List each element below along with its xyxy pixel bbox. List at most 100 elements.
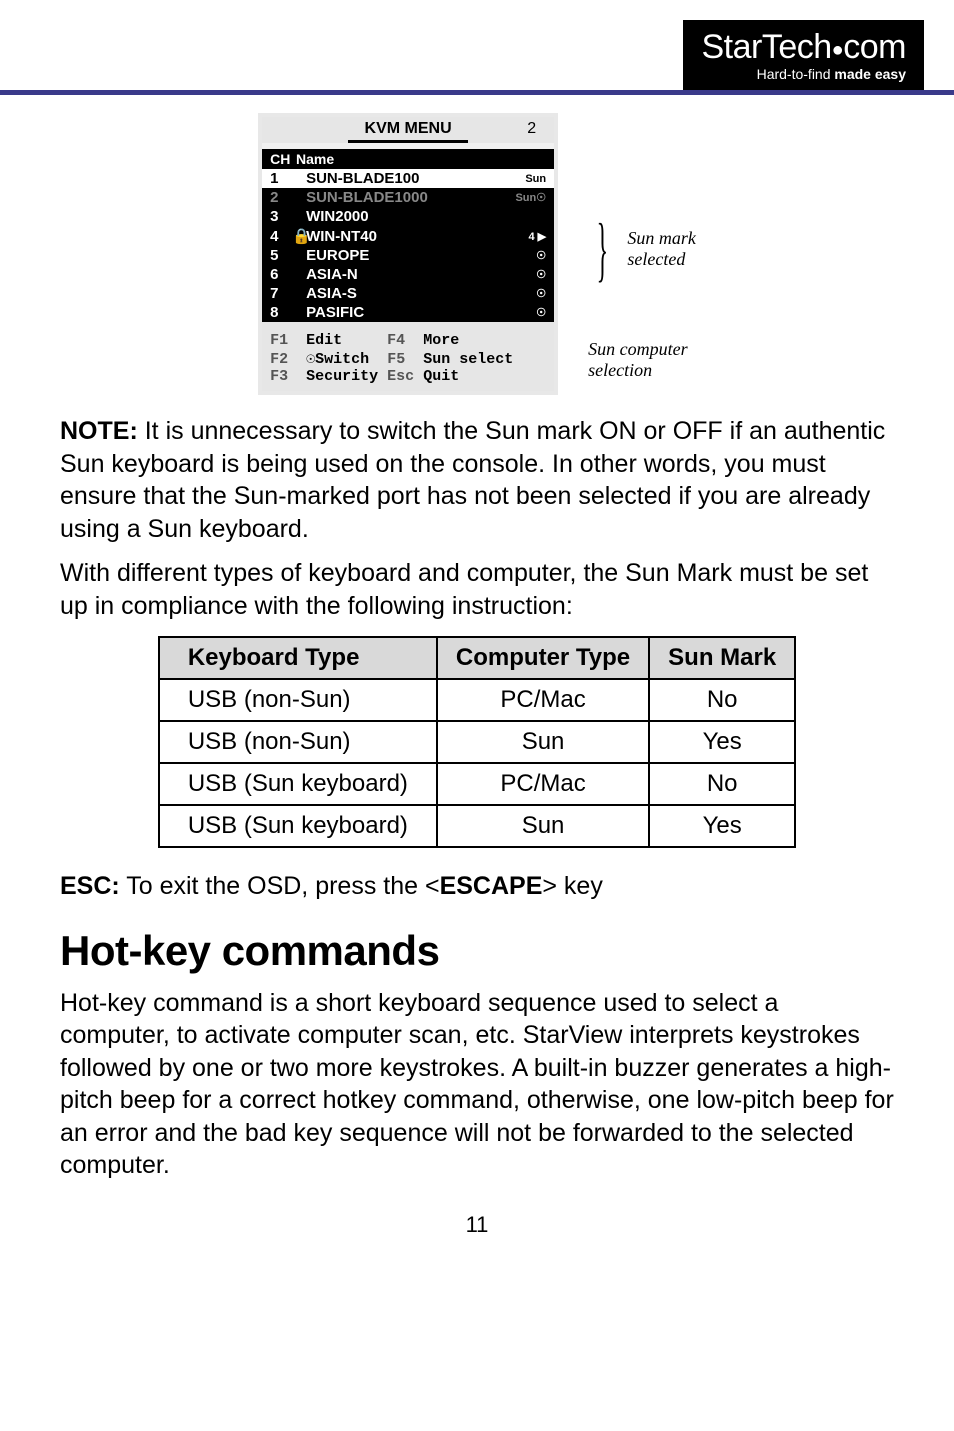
kvm-name: WIN-NT40 (306, 228, 498, 245)
kvm-row: 3 WIN2000 (262, 207, 554, 226)
cell-sun-mark: No (649, 763, 795, 805)
logo-tagline: Hard-to-find made easy (701, 66, 906, 82)
annot1-line1: Sun mark (627, 228, 696, 248)
table-row: USB (Sun keyboard)SunYes (159, 805, 795, 847)
th-sun-mark: Sun Mark (649, 637, 795, 679)
escape-key-name: ESCAPE (440, 872, 543, 900)
cell-computer-type: Sun (437, 805, 649, 847)
lock-icon: 🔒 (292, 227, 306, 245)
kvm-title-row: KVM MENU 2 (262, 117, 554, 143)
f1-label: Edit (306, 332, 342, 349)
f3-label: Security (306, 368, 378, 385)
kvm-name: SUN-BLADE100 (306, 170, 498, 187)
cell-keyboard-type: USB (Sun keyboard) (159, 805, 437, 847)
cell-keyboard-type: USB (Sun keyboard) (159, 763, 437, 805)
kvm-row: 8 PASIFIC☉ (262, 303, 554, 322)
esc-label: Quit (423, 368, 459, 385)
cell-computer-type: Sun (437, 721, 649, 763)
table-header-row: Keyboard Type Computer Type Sun Mark (159, 637, 795, 679)
kvm-ch: 3 (270, 208, 292, 225)
note-paragraph: NOTE: It is unnecessary to switch the Su… (60, 415, 894, 545)
esc-label: ESC: (60, 872, 120, 900)
page-number: 11 (60, 1212, 894, 1238)
note-label: NOTE: (60, 417, 138, 445)
kvm-mark: ☉ (498, 306, 546, 319)
logo-part-com: com (843, 28, 906, 66)
cell-sun-mark: Yes (649, 805, 795, 847)
kvm-ch: 6 (270, 266, 292, 283)
annotation-sun-computer: Sun computer selection (588, 339, 696, 381)
table-row: USB (non-Sun)PC/MacNo (159, 679, 795, 721)
logo-part-star: Star (701, 28, 761, 66)
cell-keyboard-type: USB (non-Sun) (159, 679, 437, 721)
kvm-row: 6 ASIA-N☉ (262, 265, 554, 284)
kvm-footer: F1 Edit F4 More F2 ☉Switch F5 Sun select… (262, 322, 554, 391)
logo: StarTech●com Hard-to-find made easy (683, 20, 924, 90)
kvm-row: 1 SUN-BLADE100Sun (262, 169, 554, 188)
kvm-name: WIN2000 (306, 208, 498, 225)
kvm-mark: ☉ (498, 249, 546, 262)
kvm-name: PASIFIC (306, 304, 498, 321)
kvm-name: EUROPE (306, 247, 498, 264)
annotation-sun-mark: } Sun mark selected (588, 228, 696, 270)
table-row: USB (non-Sun)SunYes (159, 721, 795, 763)
kvm-name: ASIA-S (306, 285, 498, 302)
kvm-row: 7 ASIA-S☉ (262, 284, 554, 303)
brace-icon: } (597, 231, 609, 267)
kvm-ch: 5 (270, 247, 292, 264)
f2-key: F2 (270, 351, 288, 368)
logo-text: StarTech●com (701, 30, 906, 64)
section-heading: Hot-key commands (60, 927, 894, 975)
header: StarTech●com Hard-to-find made easy (0, 0, 954, 90)
kvm-ch: 2 (270, 189, 292, 206)
annot2-line1: Sun computer (588, 339, 687, 359)
th-computer-type: Computer Type (437, 637, 649, 679)
kvm-name: ASIA-N (306, 266, 498, 283)
kvm-ch: 8 (270, 304, 292, 321)
kvm-mark: Sun (498, 173, 546, 185)
esc-key: Esc (387, 368, 414, 385)
page-content: KVM MENU 2 CH Name 1SUN-BLADE100Sun2SUN-… (0, 95, 954, 1268)
kvm-ch: 7 (270, 285, 292, 302)
logo-tagline-bold: made easy (834, 66, 906, 82)
annot1-line2: selected (627, 249, 685, 269)
kvm-header-ch: CH (270, 151, 292, 167)
kvm-mark: ☉ (498, 268, 546, 281)
kvm-figure: KVM MENU 2 CH Name 1 SUN-BLADE100Sun 2 SUN-… (60, 113, 894, 395)
cell-keyboard-type: USB (non-Sun) (159, 721, 437, 763)
instruction-paragraph: With different types of keyboard and com… (60, 557, 894, 622)
kvm-title: KVM MENU (365, 120, 452, 137)
cell-computer-type: PC/Mac (437, 763, 649, 805)
kvm-ch: 1 (270, 170, 292, 187)
kvm-annotations: } Sun mark selected Sun computer selecti… (558, 113, 696, 395)
th-keyboard-type: Keyboard Type (159, 637, 437, 679)
f4-key: F4 (387, 332, 405, 349)
sunmark-table: Keyboard Type Computer Type Sun Mark USB… (158, 636, 796, 848)
kvm-ch: 4 (270, 228, 292, 245)
logo-part-tech: Tech (762, 28, 832, 66)
cell-sun-mark: No (649, 679, 795, 721)
table-row: USB (Sun keyboard)PC/MacNo (159, 763, 795, 805)
kvm-mark: 4 ▶ (498, 230, 546, 243)
kvm-row: 2 SUN-BLADE1000Sun☉ (262, 188, 554, 207)
kvm-row: 5 EUROPE☉ (262, 246, 554, 265)
cell-computer-type: PC/Mac (437, 679, 649, 721)
hotkey-paragraph: Hot-key command is a short keyboard sequ… (60, 987, 894, 1182)
kvm-column-header: CH Name (262, 149, 554, 169)
f5-label: Sun select (423, 351, 513, 368)
kvm-list: 1 SUN-BLADE100Sun 2 SUN-BLADE1000Sun☉ 3 WIN20… (262, 169, 554, 322)
kvm-title-underline (348, 140, 468, 143)
esc-line: ESC: To exit the OSD, press the <ESCAPE>… (60, 870, 894, 903)
f4-label: More (423, 332, 459, 349)
kvm-mark: Sun☉ (498, 191, 546, 204)
kvm-mark: ☉ (498, 287, 546, 300)
f3-key: F3 (270, 368, 288, 385)
kvm-menu-box: KVM MENU 2 CH Name 1 SUN-BLADE100Sun 2 SUN-… (258, 113, 558, 395)
kvm-row: 4🔒WIN-NT404 ▶ (262, 226, 554, 246)
esc-text-mid: To exit the OSD, press the < (120, 872, 440, 900)
kvm-name: SUN-BLADE1000 (306, 189, 498, 206)
annot2-line2: selection (588, 360, 652, 380)
esc-text-end: > key (542, 872, 602, 900)
logo-tagline-prefix: Hard-to-find (757, 66, 835, 82)
f1-key: F1 (270, 332, 288, 349)
